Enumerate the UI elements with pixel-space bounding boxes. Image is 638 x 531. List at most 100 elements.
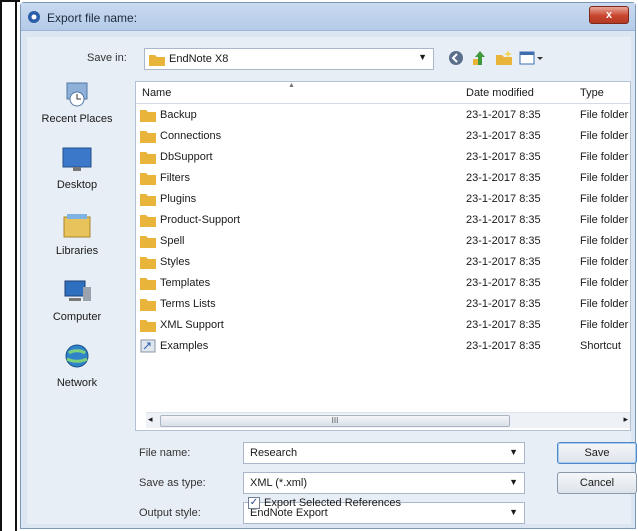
folder-icon	[140, 194, 156, 206]
horizontal-scrollbar[interactable]: ◂ III ▸	[146, 412, 630, 428]
file-row[interactable]: DbSupport 23-1-2017 8:35 File folder	[136, 147, 630, 168]
page-edge-line-top	[0, 0, 20, 2]
export-selected-label: Export Selected References	[264, 497, 401, 509]
file-row[interactable]: Examples 23-1-2017 8:35 Shortcut	[136, 336, 630, 357]
file-type: File folder	[580, 193, 629, 205]
file-name: Connections	[160, 130, 222, 142]
file-list[interactable]: Name ▲ Date modified Type Backup 23-1-20…	[135, 81, 631, 431]
file-name: XML Support	[160, 319, 224, 331]
file-name: Templates	[160, 277, 211, 289]
file-date: 23-1-2017 8:35	[466, 172, 541, 184]
folder-icon	[140, 299, 156, 311]
column-header-row: Name ▲ Date modified Type	[136, 82, 630, 104]
dialog-body: Save in: EndNote X8 ▼ Recent Places Desk…	[27, 37, 637, 524]
file-row[interactable]: Templates 23-1-2017 8:35 File folder	[136, 273, 630, 294]
new-folder-icon[interactable]	[495, 50, 513, 68]
file-date: 23-1-2017 8:35	[466, 319, 541, 331]
file-type: File folder	[580, 172, 629, 184]
save-as-type-value: XML (*.xml)	[250, 477, 308, 489]
file-name: Filters	[160, 172, 190, 184]
column-header-type[interactable]: Type	[580, 87, 604, 99]
file-type: File folder	[580, 319, 629, 331]
file-row[interactable]: XML Support 23-1-2017 8:35 File folder	[136, 315, 630, 336]
export-selected-checkbox[interactable]: ✓ Export Selected References	[248, 497, 401, 509]
column-header-date[interactable]: Date modified	[466, 87, 534, 99]
chevron-down-icon: ▼	[418, 52, 427, 62]
places-bar: Recent Places Desktop Libraries Computer…	[27, 79, 127, 439]
save-in-dropdown[interactable]: EndNote X8 ▼	[144, 48, 434, 70]
place-computer[interactable]: Computer	[27, 277, 127, 323]
scroll-left-icon[interactable]: ◂	[148, 414, 153, 425]
chevron-down-icon: ▼	[509, 507, 518, 517]
place-label: Recent Places	[41, 113, 113, 125]
chevron-down-icon: ▼	[509, 477, 518, 487]
recent-places-icon	[66, 82, 88, 107]
checkmark-icon[interactable]: ✓	[248, 497, 260, 509]
up-folder-icon[interactable]	[471, 50, 489, 68]
folder-icon	[140, 278, 156, 290]
scroll-right-icon[interactable]: ▸	[623, 414, 628, 425]
file-name: Terms Lists	[160, 298, 216, 310]
file-type: Shortcut	[580, 340, 621, 352]
file-date: 23-1-2017 8:35	[466, 340, 541, 352]
file-type: File folder	[580, 298, 629, 310]
file-row[interactable]: Filters 23-1-2017 8:35 File folder	[136, 168, 630, 189]
folder-icon	[140, 110, 156, 122]
save-button[interactable]: Save	[557, 442, 637, 464]
chevron-down-icon[interactable]: ▼	[509, 447, 518, 457]
file-name: Examples	[160, 340, 209, 352]
file-date: 23-1-2017 8:35	[466, 151, 541, 163]
view-menu-icon[interactable]	[519, 50, 543, 68]
file-name-label: File name:	[139, 447, 191, 459]
file-name-value: Research	[250, 447, 298, 459]
file-date: 23-1-2017 8:35	[466, 298, 541, 310]
place-desktop[interactable]: Desktop	[27, 145, 127, 191]
file-type: File folder	[580, 151, 629, 163]
close-button[interactable]: x	[589, 6, 629, 24]
file-name: Backup	[160, 109, 197, 121]
file-row[interactable]: Backup 23-1-2017 8:35 File folder	[136, 105, 630, 126]
file-row[interactable]: Plugins 23-1-2017 8:35 File folder	[136, 189, 630, 210]
place-libraries[interactable]: Libraries	[27, 211, 127, 257]
file-date: 23-1-2017 8:35	[466, 193, 541, 205]
desktop-icon	[62, 147, 92, 171]
output-style-label: Output style:	[139, 507, 201, 519]
file-date: 23-1-2017 8:35	[466, 214, 541, 226]
back-icon[interactable]	[447, 50, 465, 68]
file-row[interactable]: Terms Lists 23-1-2017 8:35 File folder	[136, 294, 630, 315]
page-margin-line	[15, 0, 17, 531]
save-as-type-label: Save as type:	[139, 477, 206, 489]
place-recent-places[interactable]: Recent Places	[27, 79, 127, 125]
folder-icon	[140, 215, 156, 227]
scroll-thumb[interactable]: III	[160, 415, 510, 427]
file-row[interactable]: Product-Support 23-1-2017 8:35 File fold…	[136, 210, 630, 231]
file-name: Spell	[160, 235, 185, 247]
cancel-button[interactable]: Cancel	[557, 472, 637, 494]
file-name: Product-Support	[160, 214, 241, 226]
place-network[interactable]: Network	[27, 343, 127, 389]
file-date: 23-1-2017 8:35	[466, 109, 541, 121]
file-row[interactable]: Spell 23-1-2017 8:35 File folder	[136, 231, 630, 252]
save-in-value: EndNote X8	[169, 53, 229, 65]
page: Export file name: x Save in: EndNote X8 …	[0, 0, 638, 531]
folder-icon	[140, 173, 156, 185]
file-name-input[interactable]: Research ▼	[243, 442, 525, 464]
file-type: File folder	[580, 235, 629, 247]
file-date: 23-1-2017 8:35	[466, 130, 541, 142]
network-icon	[65, 344, 89, 368]
file-name: Styles	[160, 256, 190, 268]
file-type: File folder	[580, 277, 629, 289]
folder-icon	[140, 236, 156, 248]
file-row[interactable]: Styles 23-1-2017 8:35 File folder	[136, 252, 630, 273]
window-title: Export file name:	[47, 11, 138, 25]
folder-icon	[140, 257, 156, 269]
file-name: DbSupport	[160, 151, 213, 163]
folder-icon	[149, 55, 165, 66]
save-as-type-dropdown[interactable]: XML (*.xml) ▼	[243, 472, 525, 494]
libraries-icon	[63, 214, 91, 238]
title-bar: Export file name: x	[21, 3, 635, 31]
file-row[interactable]: Connections 23-1-2017 8:35 File folder	[136, 126, 630, 147]
export-dialog: Export file name: x Save in: EndNote X8 …	[20, 2, 637, 529]
column-header-name[interactable]: Name	[142, 87, 171, 99]
sort-ascending-icon: ▲	[288, 82, 295, 89]
